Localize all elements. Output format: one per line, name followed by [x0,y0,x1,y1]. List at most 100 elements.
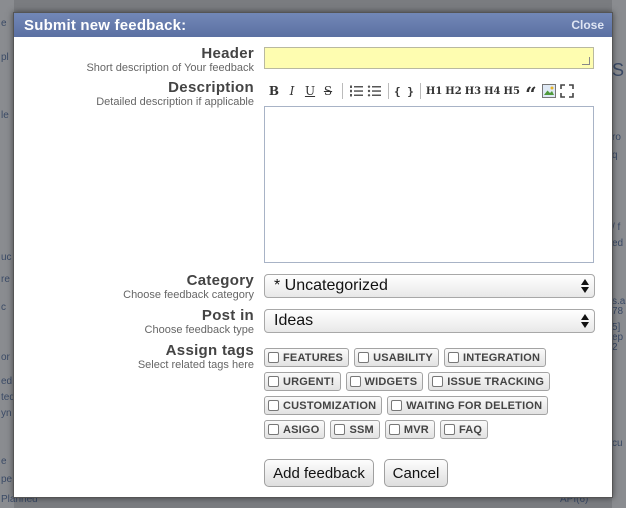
h3-button[interactable]: H3 [465,82,481,100]
h2-button[interactable]: H2 [445,82,461,100]
unordered-list-icon[interactable] [366,82,382,100]
tag-checkbox[interactable] [447,352,459,363]
tag-checkbox[interactable] [349,376,361,387]
tag-row: FEATURES USABILITY INTEGRATION [264,348,604,372]
tag-widgets[interactable]: WIDGETS [345,372,424,391]
cancel-button[interactable]: Cancel [384,459,448,487]
header-label: Header [201,45,254,62]
tag-label: MVR [403,423,429,436]
description-label-group: Description Detailed description if appl… [96,79,254,109]
background-text: yn [1,408,12,419]
category-sublabel: Choose feedback category [123,289,254,301]
tags-sublabel: Select related tags here [137,359,254,371]
tag-checkbox[interactable] [268,400,279,411]
editor-toolbar: B I U S { } H1 H2 H3 H4 H5 “ [266,79,577,104]
post-in-select[interactable]: Ideas [264,309,595,333]
background-text: / f [612,222,621,233]
tag-list: FEATURES USABILITY INTEGRATION URGENT! W… [264,348,604,444]
tag-checkbox[interactable] [334,424,346,435]
background-text: c [1,302,6,313]
tag-checkbox[interactable] [432,376,444,387]
tag-checkbox[interactable] [391,400,403,411]
background-text: le [1,110,9,121]
quote-button[interactable]: “ [523,79,539,104]
tag-checkbox[interactable] [268,352,279,363]
background-text: or [1,352,10,363]
tag-integration[interactable]: INTEGRATION [443,348,547,367]
background-text: e [1,456,7,467]
background-text: ed [612,238,624,249]
dialog-title: Submit new feedback: [24,17,187,34]
tag-urgent[interactable]: URGENT! [264,372,341,391]
tag-label: FAQ [458,423,483,436]
header-label-group: Header Short description of Your feedbac… [86,45,254,75]
tag-mvr[interactable]: MVR [384,420,435,439]
h5-button[interactable]: H5 [504,82,520,100]
background-text: e [1,18,7,29]
select-arrows-icon [581,279,589,293]
underline-button[interactable]: U [302,82,318,100]
feedback-dialog: Submit new feedback: Close Header Short … [13,12,613,498]
category-label-group: Category Choose feedback category [123,272,254,302]
toolbar-divider [342,83,343,99]
header-sublabel: Short description of Your feedback [86,62,254,74]
tag-issue-tracking[interactable]: ISSUE TRACKING [428,372,551,391]
h1-button[interactable]: H1 [426,82,442,100]
tag-customization[interactable]: CUSTOMIZATION [264,396,383,415]
strikethrough-button[interactable]: S [320,82,336,100]
tag-label: INTEGRATION [462,351,541,364]
background-text: pe [1,474,13,485]
background-text: cu [612,438,623,449]
tag-checkbox[interactable] [268,424,279,435]
tag-label: CUSTOMIZATION [283,399,377,412]
toolbar-divider [419,83,421,99]
tag-label: ASIGO [283,423,320,436]
add-feedback-button[interactable]: Add feedback [264,459,374,487]
code-button[interactable]: { } [394,82,414,100]
h4-button[interactable]: H4 [484,82,500,100]
tag-faq[interactable]: FAQ [439,420,489,439]
background-text: ro [612,132,621,143]
tag-row: URGENT! WIDGETS ISSUE TRACKING [264,372,604,396]
background-text: re [1,274,10,285]
category-selected-value: * Uncategorized [274,277,388,294]
tags-label: Assign tags [165,342,254,359]
header-input[interactable] [264,47,594,69]
resize-grip-icon[interactable] [582,57,590,65]
background-text: 78 [612,306,624,317]
category-select[interactable]: * Uncategorized [264,274,595,298]
select-arrows-icon [581,314,589,328]
background-text: uc [1,252,12,263]
post-in-label: Post in [201,307,254,324]
tag-checkbox[interactable] [268,376,279,387]
description-sublabel: Detailed description if applicable [96,96,254,108]
ordered-list-icon[interactable] [348,82,364,100]
description-textarea[interactable] [264,106,594,263]
post-in-selected-value: Ideas [274,312,314,329]
toolbar-divider [388,83,389,99]
italic-button[interactable]: I [284,82,300,100]
tag-features[interactable]: FEATURES [264,348,350,367]
dialog-title-bar: Submit new feedback: Close [14,13,612,37]
tag-label: SSM [349,423,374,436]
description-label: Description [168,79,254,96]
bold-button[interactable]: B [266,82,282,100]
tag-label: WAITING FOR DELETION [406,399,543,412]
tag-label: ISSUE TRACKING [447,375,545,388]
close-button[interactable]: Close [571,18,604,32]
tag-waiting-for-deletion[interactable]: WAITING FOR DELETION [387,396,549,415]
tag-label: WIDGETS [364,375,418,388]
tag-usability[interactable]: USABILITY [354,348,439,367]
tag-row: ASIGO SSM MVR FAQ [264,420,604,444]
tag-checkbox[interactable] [388,424,400,435]
tag-checkbox[interactable] [443,424,455,435]
fullscreen-icon[interactable] [559,82,575,100]
tag-asigo[interactable]: ASIGO [264,420,326,439]
category-label: Category [186,272,254,289]
tags-label-group: Assign tags Select related tags here [137,342,254,372]
image-icon[interactable] [541,82,557,100]
tag-ssm[interactable]: SSM [330,420,380,439]
background-text: S [612,60,625,80]
tag-row: CUSTOMIZATION WAITING FOR DELETION [264,396,604,420]
tag-checkbox[interactable] [358,352,370,363]
